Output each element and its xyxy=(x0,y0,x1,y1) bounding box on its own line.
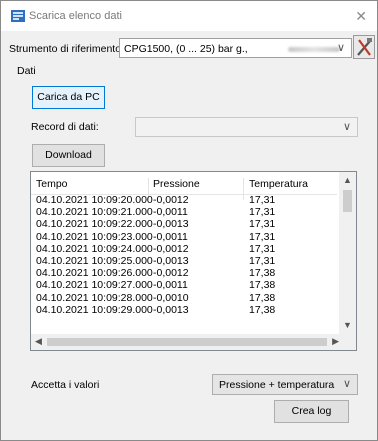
cell-time: 04.10.2021 10:09:26.000 xyxy=(36,267,153,280)
cell-temperature: 17,31 xyxy=(249,206,276,219)
cell-temperature: 17,31 xyxy=(249,242,276,255)
scrollbar-corner xyxy=(339,334,356,350)
data-table[interactable]: Tempo Pressione Temperatura 04.10.2021 1… xyxy=(30,171,357,351)
column-header-temperature[interactable]: Temperatura xyxy=(249,178,308,190)
table-row[interactable]: 04.10.2021 10:09:26.000 -0,0012 17,38 xyxy=(31,267,337,279)
cell-pressure: -0,0013 xyxy=(153,254,189,267)
create-log-button[interactable]: Crea log xyxy=(274,400,349,423)
wrench-screwdriver-icon xyxy=(357,38,372,56)
cell-time: 04.10.2021 10:09:23.000 xyxy=(36,230,153,243)
table-row[interactable]: 04.10.2021 10:09:22.000 -0,0013 17,31 xyxy=(31,218,337,230)
scroll-down-icon[interactable]: ▼ xyxy=(343,320,352,330)
cell-time: 04.10.2021 10:09:29.000 xyxy=(36,303,153,316)
cell-pressure: -0,0011 xyxy=(153,206,188,219)
cell-pressure: -0,0011 xyxy=(153,279,188,292)
table-header: Tempo Pressione Temperatura xyxy=(31,172,337,200)
accept-values-select[interactable]: Pressione + temperatura ∨ xyxy=(212,374,358,395)
download-data-dialog: Scarica elenco dati ✕ Strumento di rifer… xyxy=(0,0,378,441)
instrument-settings-button[interactable] xyxy=(353,35,375,59)
download-list-icon xyxy=(11,10,25,22)
cell-pressure: -0,0012 xyxy=(153,267,189,280)
cell-temperature: 17,31 xyxy=(249,194,276,206)
reference-instrument-value: CPG1500, (0 ... 25) bar g., xyxy=(124,43,248,55)
chevron-down-icon: ∨ xyxy=(336,42,345,54)
cell-time: 04.10.2021 10:09:24.000 xyxy=(36,242,153,255)
window-title: Scarica elenco dati xyxy=(29,10,122,22)
data-section-label: Dati xyxy=(17,65,36,77)
cell-pressure: -0,0010 xyxy=(153,291,189,304)
data-record-label: Record di dati: xyxy=(31,121,99,133)
scroll-right-icon[interactable]: ▶ xyxy=(332,336,339,347)
table-row[interactable]: 04.10.2021 10:09:23.000 -0,0011 17,31 xyxy=(31,231,337,243)
cell-pressure: -0,0011 xyxy=(153,230,188,243)
redacted-serial xyxy=(288,47,340,52)
table-row[interactable]: 04.10.2021 10:09:24.000 -0,0012 17,31 xyxy=(31,243,337,255)
cell-time: 04.10.2021 10:09:20.000 xyxy=(36,194,153,206)
cell-temperature: 17,31 xyxy=(249,254,276,267)
column-header-pressure[interactable]: Pressione xyxy=(153,178,200,190)
vertical-scrollbar[interactable]: ▲ ▼ xyxy=(339,172,356,334)
vertical-scroll-thumb[interactable] xyxy=(343,190,352,212)
cell-temperature: 17,38 xyxy=(249,267,276,280)
reference-instrument-label: Strumento di riferimento: xyxy=(9,43,124,55)
chevron-down-icon: ∨ xyxy=(342,121,351,133)
table-row[interactable]: 04.10.2021 10:09:28.000 -0,0010 17,38 xyxy=(31,292,337,304)
table-body: 04.10.2021 10:09:20.000 -0,0012 17,31 04.10… xyxy=(31,194,337,316)
title-bar: Scarica elenco dati ✕ xyxy=(1,1,377,31)
column-header-time[interactable]: Tempo xyxy=(36,178,68,190)
load-from-pc-button[interactable]: Carica da PC xyxy=(32,86,105,109)
cell-temperature: 17,38 xyxy=(249,279,276,292)
cell-pressure: -0,0012 xyxy=(153,242,189,255)
table-row[interactable]: 04.10.2021 10:09:25.000 -0,0013 17,31 xyxy=(31,255,337,267)
cell-temperature: 17,38 xyxy=(249,303,276,316)
cell-time: 04.10.2021 10:09:22.000 xyxy=(36,218,153,231)
scroll-left-icon[interactable]: ◀ xyxy=(35,336,42,347)
reference-instrument-select[interactable]: CPG1500, (0 ... 25) bar g., ∨ xyxy=(119,38,352,58)
scroll-up-icon[interactable]: ▲ xyxy=(343,175,352,185)
cell-temperature: 17,31 xyxy=(249,230,276,243)
table-row[interactable]: 04.10.2021 10:09:21.000 -0,0011 17,31 xyxy=(31,206,337,218)
cell-pressure: -0,0012 xyxy=(153,194,189,206)
accept-values-value: Pressione + temperatura xyxy=(219,379,335,391)
accept-values-label: Accetta i valori xyxy=(31,379,100,391)
cell-time: 04.10.2021 10:09:27.000 xyxy=(36,279,153,292)
cell-time: 04.10.2021 10:09:28.000 xyxy=(36,291,153,304)
data-record-select[interactable]: ∨ xyxy=(135,117,358,137)
close-icon[interactable]: ✕ xyxy=(355,8,367,25)
cell-pressure: -0,0013 xyxy=(153,303,189,316)
cell-pressure: -0,0013 xyxy=(153,218,189,231)
horizontal-scroll-thumb[interactable] xyxy=(47,338,327,346)
table-row[interactable]: 04.10.2021 10:09:27.000 -0,0011 17,38 xyxy=(31,279,337,291)
horizontal-scrollbar[interactable]: ◀ ▶ xyxy=(31,334,341,350)
table-row[interactable]: 04.10.2021 10:09:20.000 -0,0012 17,31 xyxy=(31,194,337,206)
cell-temperature: 17,38 xyxy=(249,291,276,304)
cell-time: 04.10.2021 10:09:25.000 xyxy=(36,254,153,267)
cell-time: 04.10.2021 10:09:21.000 xyxy=(36,206,153,219)
download-button[interactable]: Download xyxy=(32,144,105,167)
chevron-down-icon: ∨ xyxy=(342,378,351,390)
table-row[interactable]: 04.10.2021 10:09:29.000 -0,0013 17,38 xyxy=(31,304,337,316)
cell-temperature: 17,31 xyxy=(249,218,276,231)
